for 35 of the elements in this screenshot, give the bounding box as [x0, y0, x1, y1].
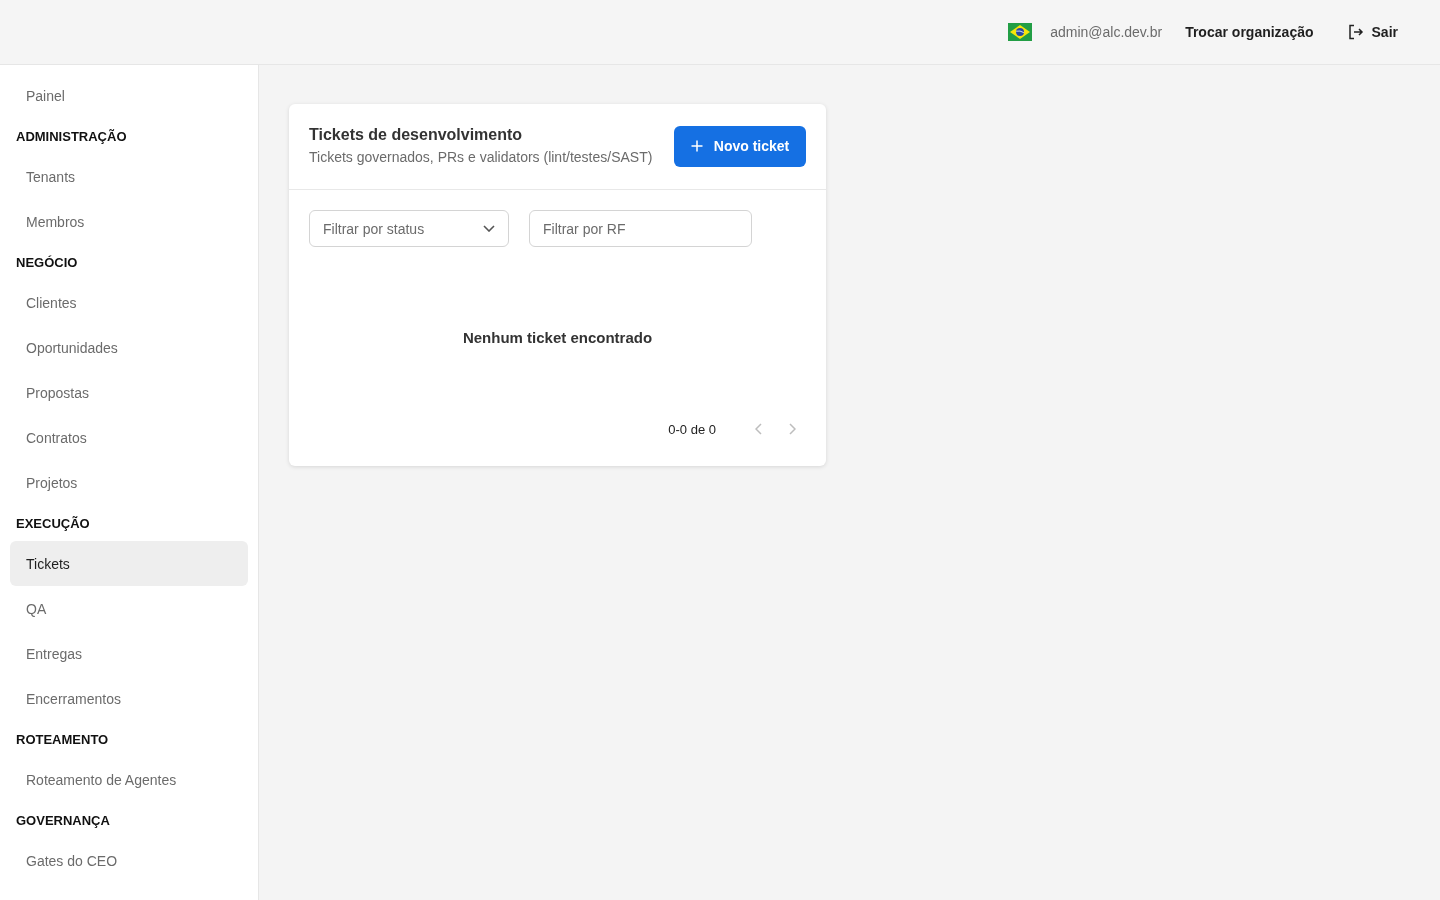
sidebar-item[interactable]: Propostas	[10, 370, 248, 415]
sidebar-item[interactable]: Encerramentos	[10, 676, 248, 721]
switch-organization-button[interactable]: Trocar organização	[1173, 18, 1326, 46]
logout-button[interactable]: Sair	[1335, 18, 1410, 46]
sidebar-item[interactable]: Clientes	[10, 280, 248, 325]
user-email: admin@alc.dev.br	[1050, 24, 1163, 40]
card-title: Tickets de desenvolvimento	[309, 125, 524, 145]
sidebar-item[interactable]: Gates do CEO	[10, 838, 248, 883]
logout-icon	[1347, 24, 1364, 40]
chevron-right-icon	[788, 423, 796, 435]
status-select[interactable]: Filtrar por status	[309, 210, 509, 247]
new-ticket-button[interactable]: Novo ticket	[674, 125, 806, 167]
section-heading: ADMINISTRAÇÃO	[15, 127, 128, 146]
sidebar-item[interactable]: QA	[10, 586, 248, 631]
rf-filter-field[interactable]: Filtrar por RF	[529, 210, 752, 247]
sidebar-item[interactable]: Oportunidades	[10, 325, 248, 370]
sidebar-item[interactable]: Contratos	[10, 415, 248, 460]
chevron-left-icon	[754, 423, 762, 435]
sidebar-item[interactable]: Roteamento de Agentes	[10, 757, 248, 802]
sidebar-item[interactable]: Projetos	[10, 460, 248, 505]
sidebar-item[interactable]: Painel	[10, 73, 248, 118]
section-heading: GOVERNANÇA	[15, 811, 111, 830]
sidebar-item[interactable]: Tickets	[10, 541, 248, 586]
section-heading: ROTEAMENTO	[15, 730, 110, 749]
chevron-down-icon	[483, 225, 495, 232]
sidebar-item[interactable]: Entregas	[10, 631, 248, 676]
plus-icon	[690, 140, 703, 152]
flag-icon	[1008, 23, 1033, 41]
sidebar-item[interactable]: Tenants	[10, 154, 248, 199]
section-heading: NEGÓCIO	[15, 253, 79, 272]
pagination-range: 0-0 de 0	[668, 421, 716, 437]
card-subtitle: Tickets governados, PRs e validators (lint/testes/SAST)	[309, 148, 653, 167]
section-heading: EXECUÇÃO	[15, 514, 91, 533]
empty-message: Nenhum ticket encontrado	[461, 328, 654, 348]
sidebar-item[interactable]: Membros	[10, 199, 248, 244]
